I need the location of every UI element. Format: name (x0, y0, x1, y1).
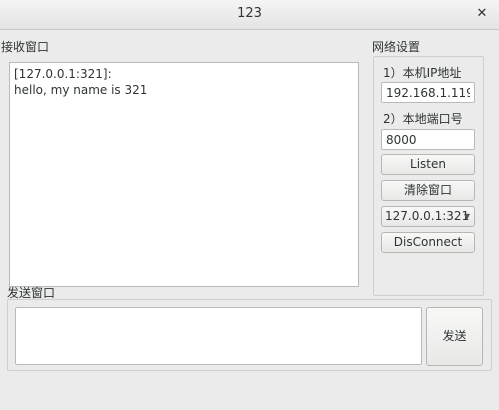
local-port-label: 2）本地端口号 (383, 112, 463, 126)
listen-button[interactable]: Listen (381, 154, 475, 175)
close-button[interactable]: ✕ (471, 3, 493, 25)
network-settings-label: 网络设置 (372, 40, 421, 54)
received-line-2: hello, my name is 321 (14, 83, 148, 97)
received-line-1: [127.0.0.1:321]: (14, 67, 112, 81)
client-select[interactable]: 127.0.0.1:321 ▼ (381, 206, 475, 227)
disconnect-button[interactable]: DisConnect (381, 232, 475, 253)
chevron-down-icon: ▼ (463, 212, 470, 221)
clear-window-button[interactable]: 清除窗口 (381, 180, 475, 201)
send-button[interactable]: 发送 (426, 307, 483, 366)
local-ip-label: 1）本机IP地址 (383, 66, 462, 80)
receive-window-label: 接收窗口 (1, 40, 50, 54)
close-icon: ✕ (476, 6, 488, 21)
receive-text-area[interactable]: [127.0.0.1:321]: hello, my name is 321 (9, 62, 359, 287)
title-bar: 123 ✕ (0, 0, 499, 30)
local-ip-input[interactable] (381, 82, 475, 103)
local-port-input[interactable] (381, 129, 475, 150)
window-title: 123 (237, 6, 262, 21)
client-select-value: 127.0.0.1:321 (385, 209, 470, 223)
send-text-area[interactable] (15, 307, 422, 365)
